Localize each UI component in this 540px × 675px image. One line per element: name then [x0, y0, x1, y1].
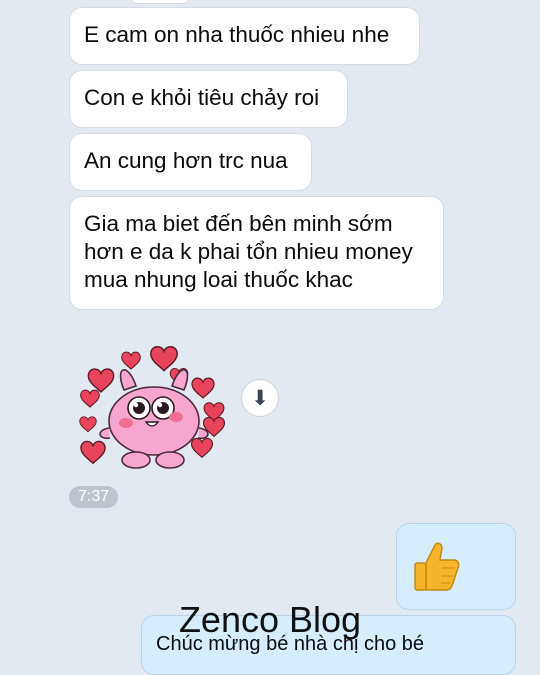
message-bubble-reassured[interactable]: An cung hơn trc nua — [69, 133, 312, 191]
bunny-hearts-sticker[interactable] — [76, 336, 236, 476]
sent-thumbs-up-bubble[interactable] — [396, 523, 516, 610]
watermark: Zenco Blog — [178, 599, 362, 640]
timestamp-badge: 7:37 — [69, 486, 119, 508]
message-text: Con e khỏi tiêu chảy roi — [84, 85, 320, 110]
message-bubble-thanks[interactable]: E cam on nha thuốc nhieu nhe — [69, 7, 420, 65]
message-text: E cam on nha thuốc nhieu nhe — [84, 22, 390, 47]
thumbs-up-icon — [414, 542, 460, 591]
message-bubble-wish-known-earlier[interactable]: Gia ma biet đến bên minh sớm hơn e da k … — [69, 196, 444, 310]
download-arrow-icon: ⬇ — [251, 385, 269, 410]
download-sticker-button[interactable]: ⬇ — [241, 379, 279, 417]
message-text: Gia ma biet đến bên minh sớm hơn e da k … — [84, 211, 413, 292]
message-text: An cung hơn trc nua — [84, 148, 288, 173]
bunny-hearts-sticker-icon — [79, 345, 226, 469]
previous-message-fragment — [128, 0, 192, 4]
message-bubble-recovered[interactable]: Con e khỏi tiêu chảy roi — [69, 70, 348, 128]
